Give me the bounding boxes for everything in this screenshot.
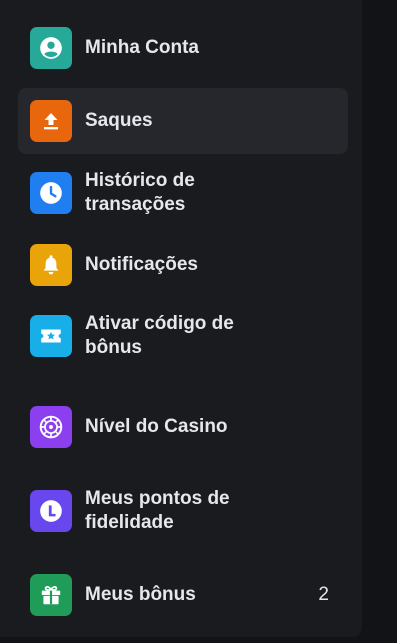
loyalty-icon	[30, 490, 72, 532]
menu-item-historico[interactable]: Histórico de transações	[18, 160, 348, 226]
bell-icon	[30, 244, 72, 286]
menu-item-label: Nível do Casino	[85, 416, 228, 437]
menu-item-label: Ativar código de bônus	[85, 313, 234, 358]
menu-item-pontos-fidelidade[interactable]: Meus pontos de fidelidade	[18, 478, 348, 544]
menu-item-label: Notificações	[85, 254, 198, 275]
ticket-icon	[30, 315, 72, 357]
menu-item-notificacoes[interactable]: Notificações	[18, 232, 348, 298]
menu-item-minha-conta[interactable]: Minha Conta	[18, 15, 348, 81]
menu-item-label: Minha Conta	[85, 37, 199, 58]
upload-icon	[30, 100, 72, 142]
account-icon	[30, 27, 72, 69]
menu-item-saques[interactable]: Saques	[18, 88, 348, 154]
menu-item-label: Meus bônus	[85, 584, 196, 605]
menu-item-meus-bonus[interactable]: Meus bônus 2	[18, 562, 348, 628]
roulette-icon	[30, 406, 72, 448]
menu-item-nivel-casino[interactable]: Nível do Casino	[18, 394, 348, 460]
account-menu-panel: Minha Conta Saques Histórico de transaçõ…	[0, 0, 362, 637]
gift-icon	[30, 574, 72, 616]
menu-item-label: Saques	[85, 110, 153, 131]
bonus-count-badge: 2	[318, 584, 329, 605]
menu-item-ativar-codigo[interactable]: Ativar código de bônus	[18, 303, 348, 369]
menu-item-label: Histórico de transações	[85, 170, 195, 215]
menu-item-label: Meus pontos de fidelidade	[85, 488, 230, 533]
clock-icon	[30, 172, 72, 214]
